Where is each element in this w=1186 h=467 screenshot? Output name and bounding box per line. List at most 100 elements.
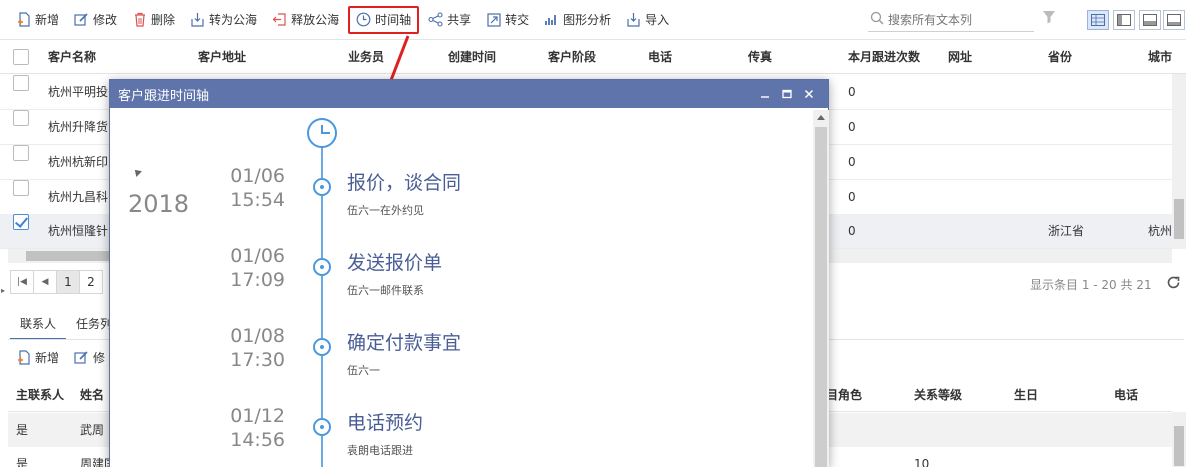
add-button-label: 新增: [35, 13, 60, 27]
chart-analysis-label: 图形分析: [563, 13, 612, 27]
column-header[interactable]: 关系等级: [914, 378, 962, 412]
timeline-dialog: 客户跟进时间轴 2018 01/06 15:54 报价，谈合同 伍六一在外约见 …: [109, 79, 829, 467]
scrollbar-thumb[interactable]: [815, 127, 827, 467]
event-title[interactable]: 报价，谈合同: [347, 168, 461, 195]
customer-name-cell: 杭州平明投: [48, 85, 109, 99]
select-all-checkbox[interactable]: [13, 49, 29, 65]
row-checkbox[interactable]: [13, 145, 29, 161]
main-toolbar: 新增 修改 删除 转为公海 释放公海 时间轴 共享 转交 图形分析 导入: [0, 0, 1186, 40]
search-input[interactable]: [888, 12, 1026, 27]
layout-split-bottom-icon[interactable]: [1139, 10, 1161, 30]
column-header[interactable]: 城市: [1148, 40, 1172, 74]
handover-icon: [486, 12, 501, 27]
timeline-dot-icon: [313, 258, 331, 276]
add-button[interactable]: 新增: [10, 7, 65, 33]
handover-button-label: 转交: [505, 13, 530, 27]
scrollbar-thumb[interactable]: [1174, 426, 1184, 466]
column-header[interactable]: 姓名: [80, 378, 104, 412]
refresh-icon[interactable]: [1166, 275, 1181, 293]
edit-button-label: 修改: [93, 13, 118, 27]
event-date: 01/06: [230, 165, 285, 187]
contact-name-cell: 武周: [80, 423, 105, 437]
edit-icon: [74, 350, 89, 365]
follow-count-cell: 0: [848, 224, 856, 238]
contacts-vertical-scrollbar[interactable]: [1172, 412, 1186, 467]
column-header[interactable]: 传真: [748, 40, 772, 74]
share-icon: [428, 12, 443, 27]
share-button[interactable]: 共享: [422, 7, 477, 33]
timeline-button[interactable]: 时间轴: [348, 5, 420, 34]
transfer-to-pool-button[interactable]: 转为公海: [184, 7, 263, 33]
prev-page-button[interactable]: ◀: [33, 270, 57, 294]
first-page-button[interactable]: |◀: [10, 270, 34, 294]
event-date: 01/06: [230, 245, 285, 267]
release-pool-label: 释放公海: [291, 13, 340, 27]
maximize-icon[interactable]: [776, 84, 798, 104]
column-header[interactable]: 客户地址: [198, 40, 246, 74]
minimize-icon[interactable]: [754, 84, 776, 104]
column-header[interactable]: 电话: [648, 40, 672, 74]
year-collapse-icon[interactable]: [132, 167, 142, 177]
customer-name-cell: 杭州杭新印: [48, 155, 109, 169]
row-checkbox-checked[interactable]: [13, 214, 29, 230]
column-header[interactable]: 目角色: [826, 378, 862, 412]
delete-button[interactable]: 删除: [126, 7, 181, 33]
row-checkbox[interactable]: [13, 110, 29, 126]
dialog-titlebar: 客户跟进时间轴: [110, 80, 828, 108]
layout-grid-icon[interactable]: [1087, 10, 1109, 30]
column-header[interactable]: 客户名称: [48, 40, 96, 74]
search-box: [868, 8, 1034, 32]
dialog-vertical-scrollbar[interactable]: [813, 110, 829, 467]
row-checkbox[interactable]: [13, 180, 29, 196]
release-pool-button[interactable]: 释放公海: [266, 7, 345, 33]
event-title[interactable]: 确定付款事宜: [347, 328, 461, 355]
column-header[interactable]: 省份: [1048, 40, 1072, 74]
edit-button[interactable]: 修改: [68, 7, 123, 33]
contact-edit-button[interactable]: 修: [68, 344, 111, 370]
bar-chart-icon: [544, 12, 559, 27]
timeline-body: 2018 01/06 15:54 报价，谈合同 伍六一在外约见 01/06 17…: [110, 108, 828, 467]
scroll-up-icon[interactable]: [817, 115, 825, 120]
event-title[interactable]: 电话预约: [347, 408, 423, 435]
import-icon: [626, 12, 641, 27]
follow-count-cell: 0: [848, 120, 856, 134]
search-icon: [870, 11, 884, 28]
grid-vertical-scrollbar[interactable]: [1172, 74, 1186, 249]
chart-analysis-button[interactable]: 图形分析: [538, 7, 617, 33]
handover-button[interactable]: 转交: [480, 7, 535, 33]
share-button-label: 共享: [447, 13, 472, 27]
event-date: 01/12: [230, 405, 285, 427]
import-button-label: 导入: [645, 13, 670, 27]
splitter-arrow-icon[interactable]: ▸: [1, 286, 5, 295]
pager: |◀ ◀ 1 2: [10, 270, 103, 296]
column-header[interactable]: 生日: [1014, 378, 1038, 412]
filter-icon[interactable]: [1042, 10, 1056, 27]
contacts-toolbar: 新增 修: [10, 343, 114, 371]
event-title[interactable]: 发送报价单: [347, 248, 442, 275]
layout-split-vertical-icon[interactable]: [1113, 10, 1135, 30]
import-button[interactable]: 导入: [620, 7, 675, 33]
close-icon[interactable]: [798, 84, 820, 104]
lower-tabs: 联系人 任务列: [10, 312, 122, 340]
follow-count-cell: 0: [848, 155, 856, 169]
tab-contacts[interactable]: 联系人: [10, 312, 67, 340]
release-icon: [272, 12, 287, 27]
column-header[interactable]: 本月跟进次数: [848, 40, 920, 74]
pager-info: 显示条目 1 - 20 共 21: [1030, 278, 1152, 292]
primary-contact-cell: 是: [16, 423, 29, 437]
scrollbar-thumb[interactable]: [1174, 199, 1184, 239]
timeline-dot-icon: [313, 338, 331, 356]
column-header[interactable]: 电话: [1114, 378, 1138, 412]
page-button-2[interactable]: 2: [79, 270, 103, 294]
layout-full-icon[interactable]: [1163, 10, 1185, 30]
row-checkbox[interactable]: [13, 75, 29, 91]
column-header[interactable]: 创建时间: [448, 40, 496, 74]
event-time: 14:56: [230, 429, 285, 451]
column-header[interactable]: 主联系人: [16, 378, 64, 412]
page-button-1[interactable]: 1: [56, 270, 80, 294]
event-desc: 袁朗电话跟进: [347, 444, 413, 457]
column-header[interactable]: 网址: [948, 40, 972, 74]
timeline-dot-icon: [313, 178, 331, 196]
column-header[interactable]: 客户阶段: [548, 40, 596, 74]
contact-add-button[interactable]: 新增: [10, 344, 65, 370]
